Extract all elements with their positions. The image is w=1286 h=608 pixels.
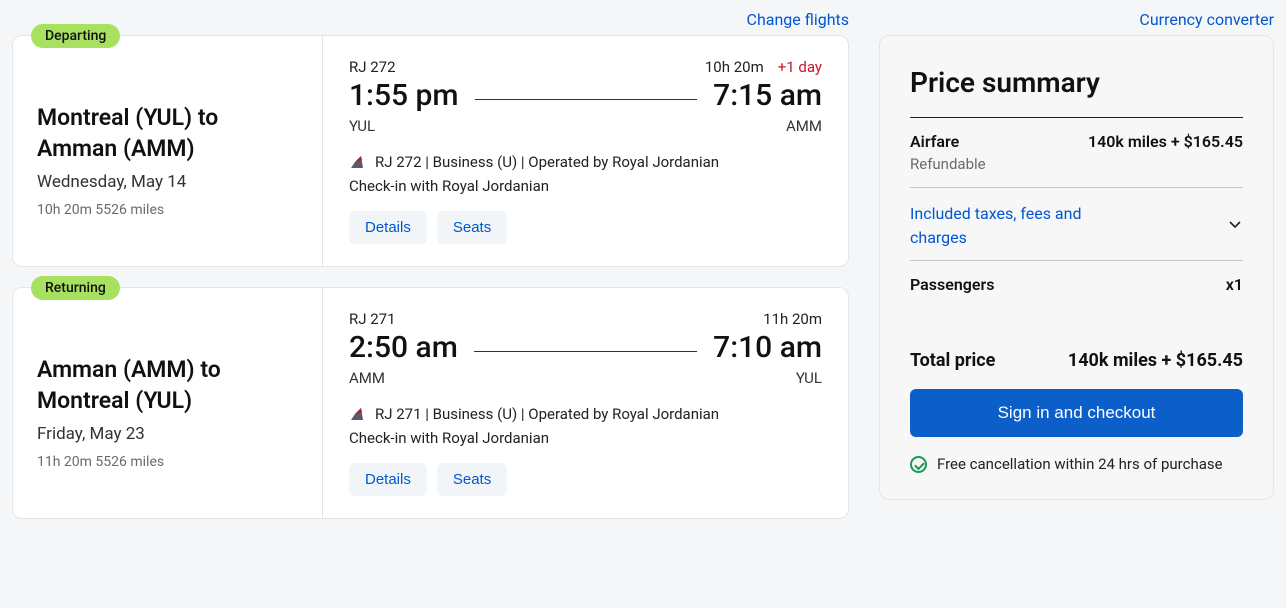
total-price-value: 140k miles + $165.45: [1068, 350, 1243, 371]
operated-by-text: RJ 272 | Business (U) | Operated by Roya…: [375, 153, 719, 171]
departure-time: 1:55 pm: [349, 78, 459, 113]
details-button[interactable]: Details: [349, 211, 427, 244]
returning-date: Friday, May 23: [37, 424, 298, 444]
price-summary-card: Price summary Airfare 140k miles + $165.…: [879, 35, 1274, 500]
route-title: Amman (AMM) to Montreal (YUL): [37, 354, 298, 416]
departing-meta: 10h 20m 5526 miles: [37, 202, 298, 218]
arrival-code: YUL: [796, 369, 822, 387]
returning-badge: Returning: [31, 276, 120, 300]
airline-tail-icon: [349, 154, 365, 170]
details-button[interactable]: Details: [349, 463, 427, 496]
flight-number: RJ 272: [349, 58, 396, 76]
seats-button[interactable]: Seats: [437, 211, 507, 244]
seats-button[interactable]: Seats: [437, 463, 507, 496]
signin-checkout-button[interactable]: Sign in and checkout: [910, 389, 1243, 437]
departing-date: Wednesday, May 14: [37, 172, 298, 192]
divider: [910, 260, 1243, 261]
free-cancellation-text: Free cancellation within 24 hrs of purch…: [937, 455, 1223, 473]
flight-duration: 11h 20m: [763, 310, 822, 328]
taxes-fees-label: Included taxes, fees and charges: [910, 202, 1110, 250]
returning-summary: Amman (AMM) to Montreal (YUL) Friday, Ma…: [13, 288, 323, 518]
total-price-label: Total price: [910, 350, 995, 371]
returning-card: Returning Amman (AMM) to Montreal (YUL) …: [12, 287, 849, 519]
returning-meta: 11h 20m 5526 miles: [37, 454, 298, 470]
checkin-text: Check-in with Royal Jordanian: [349, 177, 822, 195]
airline-tail-icon: [349, 406, 365, 422]
divider: [910, 187, 1243, 188]
passengers-label: Passengers: [910, 275, 994, 294]
chevron-down-icon: [1227, 216, 1243, 236]
airfare-label: Airfare: [910, 132, 959, 151]
returning-segment: RJ 271 11h 20m 2:50 am 7:10 am AMM YUL: [323, 288, 848, 518]
change-flights-link[interactable]: Change flights: [747, 10, 849, 29]
divider: [910, 117, 1243, 118]
departure-time: 2:50 am: [349, 330, 458, 365]
flight-line: [474, 351, 697, 352]
airfare-value: 140k miles + $165.45: [1088, 132, 1243, 151]
checkin-text: Check-in with Royal Jordanian: [349, 429, 822, 447]
free-cancellation-note: Free cancellation within 24 hrs of purch…: [910, 455, 1243, 473]
departing-summary: Montreal (YUL) to Amman (AMM) Wednesday,…: [13, 36, 323, 266]
price-summary-title: Price summary: [910, 66, 1243, 99]
departing-card: Departing Montreal (YUL) to Amman (AMM) …: [12, 35, 849, 267]
currency-converter-link[interactable]: Currency converter: [1139, 10, 1274, 29]
check-circle-icon: [910, 456, 927, 473]
flight-line: [475, 99, 698, 100]
route-title: Montreal (YUL) to Amman (AMM): [37, 102, 298, 164]
arrival-time: 7:15 am: [713, 78, 822, 113]
arrival-code: AMM: [786, 117, 822, 135]
departure-code: YUL: [349, 117, 375, 135]
passengers-value: x1: [1226, 275, 1243, 294]
departing-badge: Departing: [31, 24, 120, 48]
flight-duration: 10h 20m: [705, 58, 764, 76]
departure-code: AMM: [349, 369, 385, 387]
flight-number: RJ 271: [349, 310, 396, 328]
departing-segment: RJ 272 10h 20m +1 day 1:55 pm 7:15 am YU…: [323, 36, 848, 266]
operated-by-text: RJ 271 | Business (U) | Operated by Roya…: [375, 405, 719, 423]
refundable-text: Refundable: [910, 155, 1243, 173]
taxes-fees-toggle[interactable]: Included taxes, fees and charges: [910, 202, 1243, 250]
arrival-time: 7:10 am: [713, 330, 822, 365]
plus-day-indicator: +1 day: [778, 58, 822, 76]
